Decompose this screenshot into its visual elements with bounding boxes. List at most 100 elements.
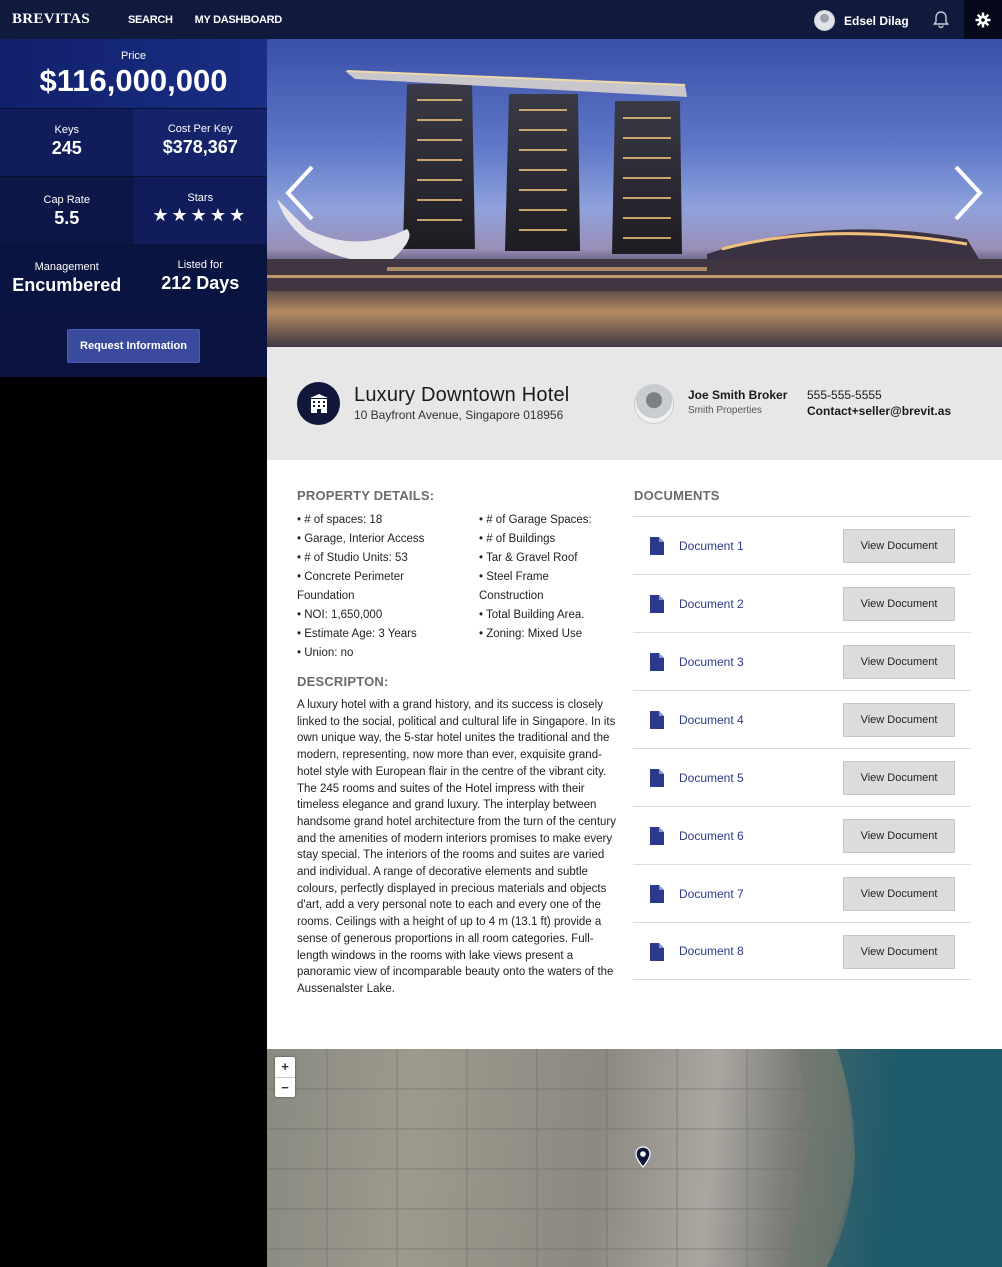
management-stat: Management Encumbered: [0, 244, 134, 313]
document-row: Document 6 View Document: [633, 806, 971, 864]
cap-rate-stat: Cap Rate 5.5: [0, 176, 134, 244]
listed-label: Listed for: [177, 259, 223, 271]
view-document-button[interactable]: View Document: [843, 529, 955, 563]
user-menu[interactable]: Edsel Dilag: [814, 10, 909, 31]
document-row: Document 4 View Document: [633, 690, 971, 748]
cap-rate-value: 5.5: [54, 208, 80, 228]
price-value: $116,000,000: [39, 63, 228, 98]
stars-label: Stars: [187, 192, 214, 204]
document-link[interactable]: Document 1: [679, 539, 744, 553]
cost-per-key-stat: Cost Per Key $378,367: [133, 108, 267, 176]
stars-stat: Stars ★★★★★: [133, 176, 267, 244]
document-row: Document 7 View Document: [633, 864, 971, 922]
documents-list: Document 1 View Document Document 2 View Do…: [633, 516, 971, 980]
document-row: Document 2 View Document: [633, 574, 971, 632]
keys-stat: Keys 245: [0, 108, 134, 176]
detail-item: Construction: [479, 590, 544, 602]
cost-per-key-label: Cost Per Key: [167, 123, 233, 135]
property-details-heading: PROPERTY DETAILS:: [297, 488, 435, 503]
document-file-icon: [650, 769, 664, 787]
property-address: 10 Bayfront Avenue, Singapore 018956: [354, 408, 564, 422]
view-document-button[interactable]: View Document: [843, 935, 955, 969]
detail-item: • Concrete Perimeter: [297, 571, 404, 583]
document-file-icon: [650, 885, 664, 903]
document-row: Document 5 View Document: [633, 748, 971, 806]
listed-stat: Listed for 212 Days: [133, 244, 267, 313]
description-text: A luxury hotel with a grand history, and…: [297, 699, 616, 995]
document-row: Document 3 View Document: [633, 632, 971, 690]
listed-value: 212 Days: [161, 273, 240, 293]
view-document-button[interactable]: View Document: [843, 645, 955, 679]
document-link[interactable]: Document 3: [679, 655, 744, 669]
brand-logo[interactable]: BREVITAS: [12, 11, 90, 28]
document-link[interactable]: Document 7: [679, 887, 744, 901]
location-map[interactable]: + −: [267, 1049, 1002, 1267]
carousel-prev-arrow-icon[interactable]: [284, 165, 314, 221]
broker-avatar: [634, 384, 674, 424]
cost-per-key-value: $378,367: [162, 137, 238, 157]
detail-item: • Tar & Gravel Roof: [479, 552, 578, 564]
view-document-button[interactable]: View Document: [843, 587, 955, 621]
price-panel: Price $116,000,000: [0, 39, 267, 108]
property-photo-carousel: [267, 39, 1002, 347]
detail-item: • NOI: 1,650,000: [297, 609, 383, 621]
detail-item: • Total Building Area.: [479, 609, 585, 621]
building-icon: [297, 382, 340, 425]
view-document-button[interactable]: View Document: [843, 877, 955, 911]
detail-item: • # of Buildings: [479, 533, 556, 545]
document-file-icon: [650, 653, 664, 671]
carousel-next-arrow-icon[interactable]: [954, 165, 984, 221]
document-file-icon: [650, 595, 664, 613]
star-rating: ★★★★★: [152, 205, 249, 225]
nav-search[interactable]: SEARCH: [128, 14, 173, 26]
description-heading: DESCRIPTON:: [297, 674, 389, 689]
document-link[interactable]: Document 2: [679, 597, 744, 611]
document-file-icon: [650, 943, 664, 961]
location-pin-icon[interactable]: [635, 1146, 651, 1168]
top-nav-bar: BREVITAS SEARCH MY DASHBOARD Edsel Dilag: [0, 0, 1002, 39]
cap-rate-label: Cap Rate: [43, 194, 90, 206]
view-document-button[interactable]: View Document: [843, 761, 955, 795]
bell-icon[interactable]: [932, 10, 950, 29]
detail-item: • # of spaces: 18: [297, 514, 383, 526]
nav-my-dashboard[interactable]: MY DASHBOARD: [195, 14, 283, 26]
view-document-button[interactable]: View Document: [843, 703, 955, 737]
request-information-button[interactable]: Request Information: [67, 329, 200, 363]
broker-phone[interactable]: 555-555-5555: [807, 388, 882, 402]
zoom-out-button[interactable]: −: [275, 1077, 295, 1097]
settings-button[interactable]: [964, 0, 1002, 39]
view-document-button[interactable]: View Document: [843, 819, 955, 853]
broker-email[interactable]: Contact+seller@brevit.as: [807, 404, 951, 418]
detail-item: • Garage, Interior Access: [297, 533, 425, 545]
property-title: Luxury Downtown Hotel: [354, 384, 570, 406]
detail-item: • # of Garage Spaces:: [479, 514, 592, 526]
document-link[interactable]: Document 6: [679, 829, 744, 843]
documents-heading: DOCUMENTS: [634, 488, 720, 503]
details-list-left: • # of spaces: 18 • Garage, Interior Acc…: [297, 511, 467, 663]
detail-item: • # of Studio Units: 53: [297, 552, 408, 564]
keys-label: Keys: [54, 124, 79, 136]
document-file-icon: [650, 827, 664, 845]
map-zoom-control: + −: [275, 1057, 295, 1097]
management-label: Management: [34, 261, 99, 273]
document-link[interactable]: Document 5: [679, 771, 744, 785]
document-link[interactable]: Document 8: [679, 944, 744, 958]
detail-item: • Zoning: Mixed Use: [479, 628, 583, 640]
zoom-in-button[interactable]: +: [275, 1057, 295, 1077]
document-row: Document 8 View Document: [633, 922, 971, 980]
document-row: Document 1 View Document: [633, 516, 971, 574]
management-value: Encumbered: [12, 275, 122, 295]
detail-item: • Union: no: [297, 647, 354, 659]
request-area: Request Information: [0, 313, 267, 377]
document-file-icon: [650, 711, 664, 729]
price-label: Price: [120, 50, 147, 62]
property-header: Luxury Downtown Hotel 10 Bayfront Avenue…: [267, 347, 1002, 460]
detail-item: Foundation: [297, 590, 355, 602]
hotel-photo: [267, 70, 1002, 347]
broker-name: Joe Smith Broker: [688, 388, 788, 402]
detail-item: • Steel Frame: [479, 571, 549, 583]
broker-company: Smith Properties: [688, 405, 762, 416]
document-link[interactable]: Document 4: [679, 713, 744, 727]
user-name: Edsel Dilag: [844, 13, 909, 28]
detail-item: • Estimate Age: 3 Years: [297, 628, 417, 640]
